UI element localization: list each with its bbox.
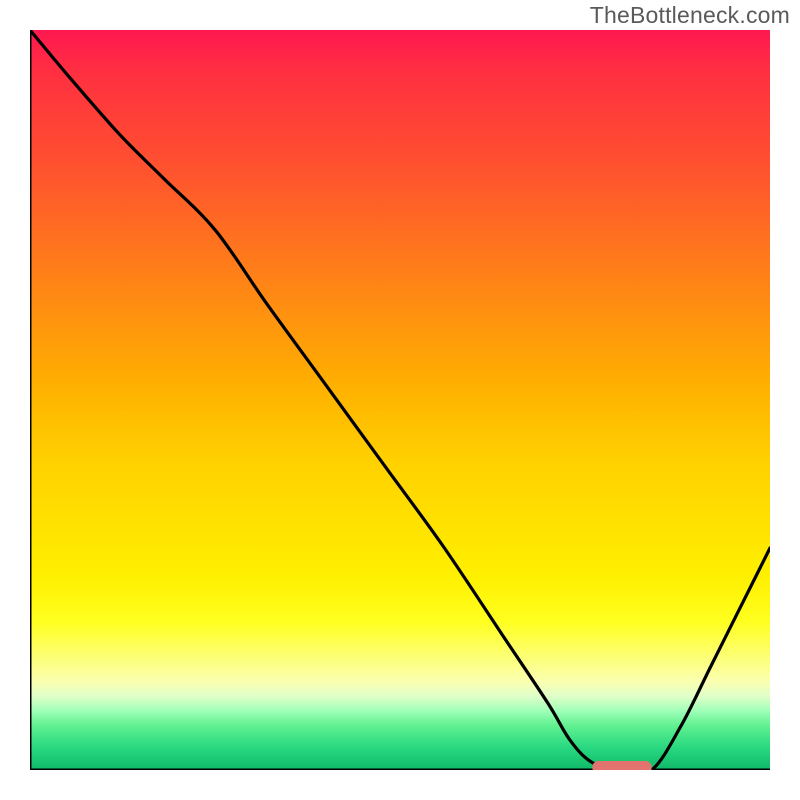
watermark-text: TheBottleneck.com <box>590 2 790 29</box>
chart-container: TheBottleneck.com <box>0 0 800 800</box>
optimal-range-marker <box>30 30 770 770</box>
